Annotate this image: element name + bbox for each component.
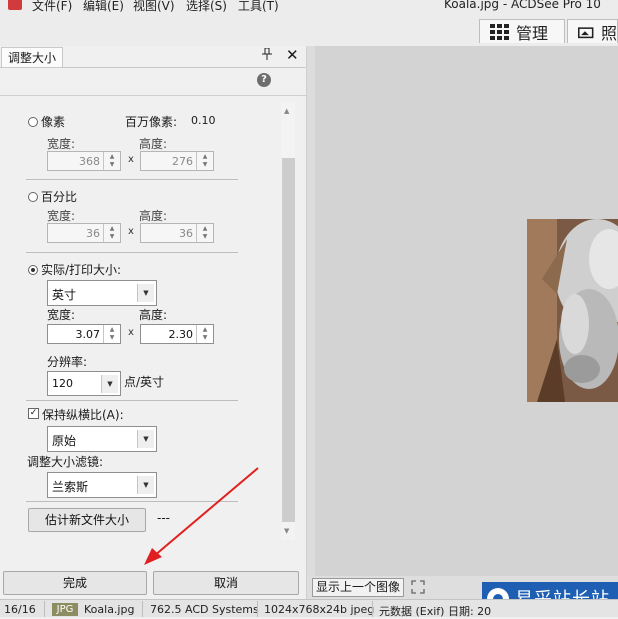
- print-height-label: 高度:: [139, 308, 168, 322]
- manage-mode-label: 管理: [516, 23, 549, 43]
- unit-value: 英寸: [52, 288, 77, 302]
- panel-divider: [0, 95, 306, 96]
- resolution-label: 分辨率:: [47, 355, 88, 369]
- chevron-down-icon[interactable]: ▼: [101, 375, 118, 393]
- percent-width-label: 宽度:: [47, 209, 76, 223]
- spin-arrows-icon[interactable]: ▲ ▼: [103, 224, 120, 242]
- fit-screen-icon[interactable]: [411, 580, 425, 597]
- resize-panel-tab[interactable]: 调整大小: [1, 47, 63, 67]
- pixels-radio[interactable]: [28, 117, 38, 127]
- percent-height-field[interactable]: 36 ▲ ▼: [140, 223, 214, 243]
- percent-x-mark: x: [128, 226, 134, 237]
- keep-aspect-checkbox[interactable]: ✓: [28, 408, 39, 419]
- menu-tools[interactable]: 工具(T): [238, 0, 279, 14]
- status-separator: [372, 601, 373, 617]
- percent-height-label: 高度:: [139, 209, 168, 223]
- resolution-unit: 点/英寸: [124, 375, 165, 389]
- window-title: Koala.jpg - ACDSee Pro 10: [444, 0, 601, 11]
- app-icon[interactable]: [8, 0, 22, 10]
- spin-arrows-icon[interactable]: ▲ ▼: [103, 325, 120, 343]
- resolution-value: 120: [52, 377, 73, 390]
- status-dimensions: 1024x768x24b jpeg: [264, 603, 375, 616]
- pixels-width-label: 宽度:: [47, 137, 76, 151]
- pixels-height-label: 高度:: [139, 137, 168, 151]
- print-size-radio[interactable]: [28, 265, 38, 275]
- viewer-divider[interactable]: [307, 46, 315, 599]
- pixels-width-value: 368: [79, 155, 100, 168]
- menu-view[interactable]: 视图(V): [133, 0, 175, 14]
- file-type-badge: JPG: [52, 603, 78, 616]
- resize-filter-value: 兰索斯: [52, 480, 89, 494]
- print-width-label: 宽度:: [47, 308, 76, 322]
- percent-width-value: 36: [86, 227, 100, 240]
- manage-mode-button[interactable]: 管理: [479, 19, 565, 43]
- print-width-value: 3.07: [75, 328, 101, 341]
- print-height-field[interactable]: 2.30 ▲ ▼: [140, 324, 214, 344]
- panel-header-line: [0, 67, 306, 68]
- status-index: 16/16: [4, 603, 36, 616]
- resolution-dropdown[interactable]: 120 ▼: [47, 371, 121, 396]
- status-separator: [44, 601, 45, 617]
- megapixels-value: 0.10: [191, 114, 216, 127]
- status-separator: [257, 601, 258, 617]
- spin-arrows-icon[interactable]: ▲ ▼: [103, 152, 120, 170]
- menu-select[interactable]: 选择(S): [186, 0, 227, 14]
- aspect-value: 原始: [52, 434, 77, 448]
- percent-width-field[interactable]: 36 ▲ ▼: [47, 223, 121, 243]
- print-x-mark: x: [128, 327, 134, 338]
- close-icon[interactable]: ✕: [286, 46, 299, 64]
- koala-image: [527, 219, 618, 402]
- spin-arrows-icon[interactable]: ▲ ▼: [196, 152, 213, 170]
- section-separator: [26, 252, 238, 253]
- print-width-field[interactable]: 3.07 ▲ ▼: [47, 324, 121, 344]
- status-filesize: 762.5 ACD Systems: [150, 603, 259, 616]
- pixels-width-field[interactable]: 368 ▲ ▼: [47, 151, 121, 171]
- chevron-down-icon[interactable]: ▼: [137, 430, 154, 448]
- menu-edit[interactable]: 编辑(E): [83, 0, 124, 14]
- spin-arrows-icon[interactable]: ▲ ▼: [196, 224, 213, 242]
- pixels-height-value: 276: [172, 155, 193, 168]
- photos-icon: [578, 26, 594, 38]
- section-separator: [26, 400, 238, 401]
- keep-aspect-label: 保持纵横比(A):: [42, 408, 124, 422]
- status-separator: [142, 601, 143, 617]
- photos-mode-label: 照: [600, 23, 617, 43]
- pin-icon[interactable]: [262, 47, 272, 63]
- show-previous-image-button[interactable]: 显示上一个图像: [312, 578, 404, 597]
- megapixels-label: 百万像素:: [125, 115, 178, 129]
- aspect-dropdown[interactable]: 原始 ▼: [47, 426, 157, 452]
- status-filename: Koala.jpg: [84, 603, 135, 616]
- percent-radio[interactable]: [28, 192, 38, 202]
- chevron-down-icon[interactable]: ▼: [137, 284, 154, 302]
- done-button[interactable]: 完成: [3, 571, 147, 595]
- menu-file[interactable]: 文件(F): [32, 0, 72, 14]
- pixels-height-field[interactable]: 276 ▲ ▼: [140, 151, 214, 171]
- section-separator: [26, 179, 238, 180]
- help-icon[interactable]: ?: [257, 73, 271, 87]
- annotation-arrow: [144, 467, 259, 565]
- scroll-down-icon[interactable]: ▼: [284, 527, 289, 535]
- photos-mode-button[interactable]: 照: [567, 19, 618, 43]
- grid-icon: [490, 23, 509, 40]
- cancel-button[interactable]: 取消: [153, 571, 299, 595]
- print-size-label: 实际/打印大小:: [41, 263, 122, 277]
- percent-height-value: 36: [179, 227, 193, 240]
- percent-label: 百分比: [41, 190, 78, 204]
- print-height-value: 2.30: [168, 328, 194, 341]
- pixels-x-mark: x: [128, 154, 134, 165]
- spin-arrows-icon[interactable]: ▲ ▼: [196, 325, 213, 343]
- estimate-size-button[interactable]: 估计新文件大小: [28, 508, 146, 532]
- pixels-label: 像素: [41, 115, 66, 129]
- resize-filter-label: 调整大小滤镜:: [27, 455, 104, 469]
- scrollbar-thumb[interactable]: [282, 158, 295, 522]
- unit-dropdown[interactable]: 英寸 ▼: [47, 280, 157, 306]
- scroll-up-icon[interactable]: ▲: [284, 107, 289, 115]
